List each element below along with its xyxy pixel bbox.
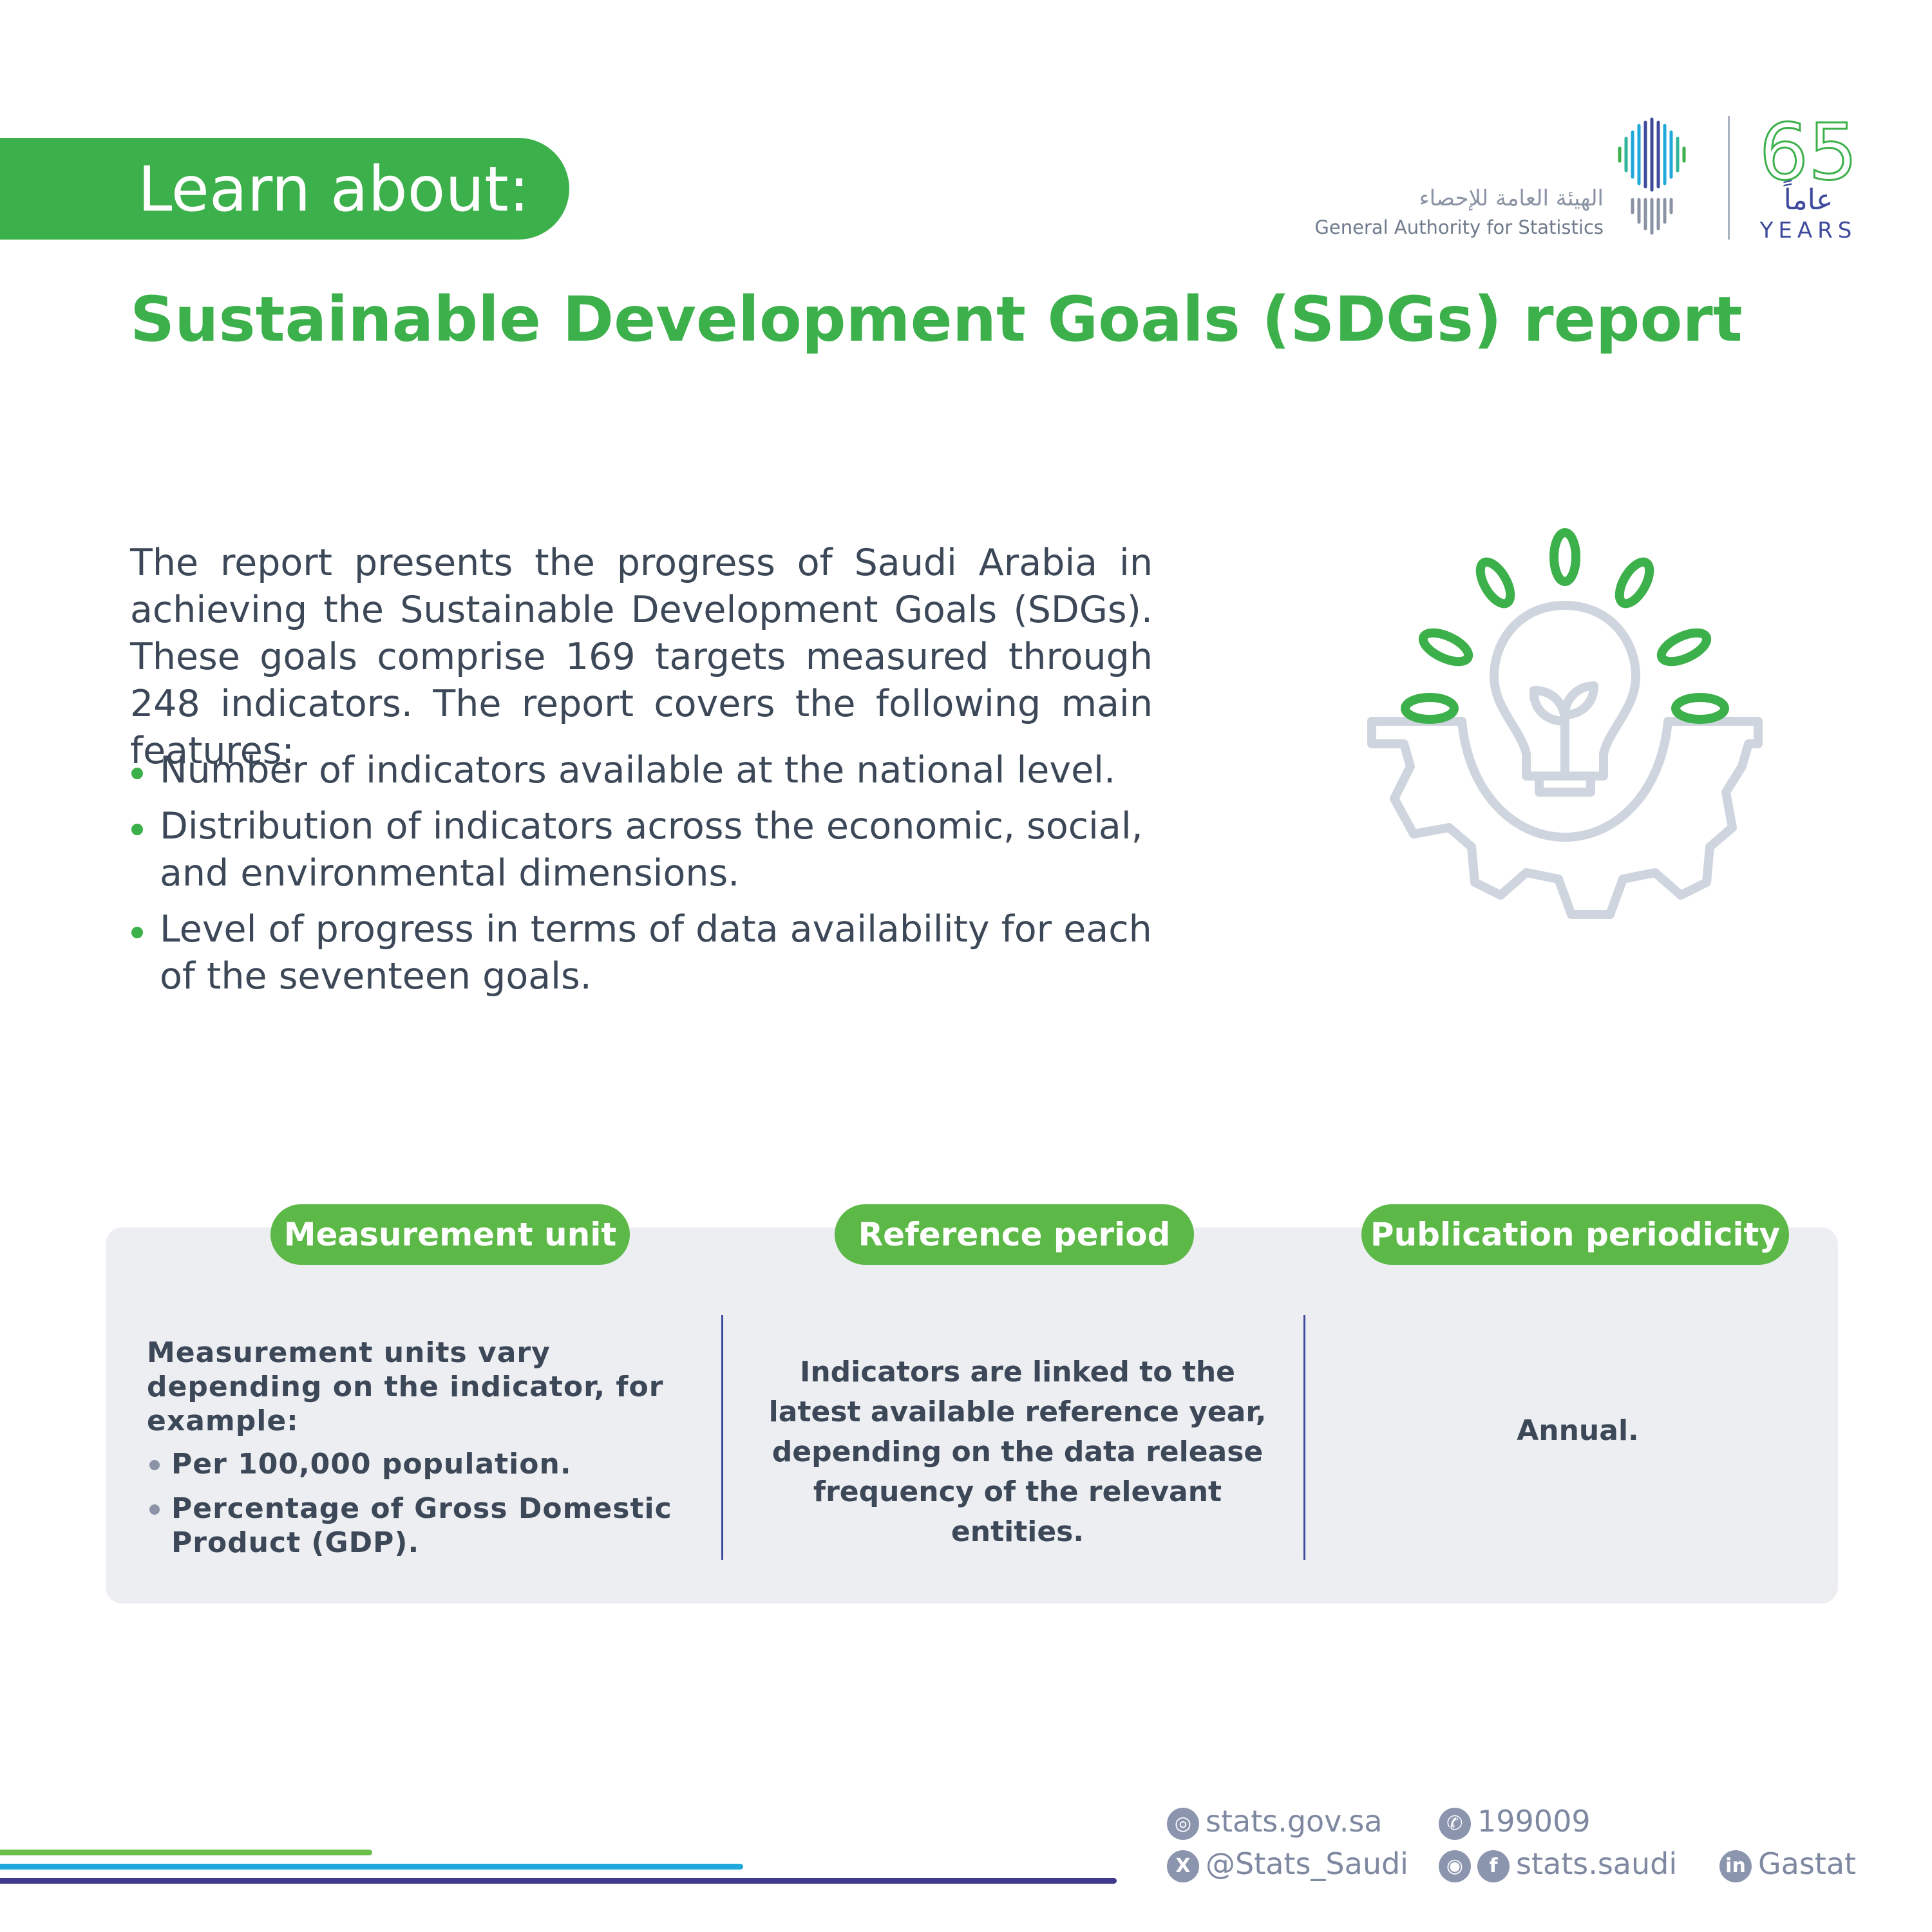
reference-period-text: Indicators are linked to the latest avai… [768,1356,1267,1548]
phone-icon: ✆ [1439,1807,1471,1840]
measurement-example-item: Percentage of Gross Domestic Product (GD… [147,1492,707,1560]
intro-paragraph: The report presents the progress of Saud… [130,542,1153,772]
linkedin-text: Gastat [1758,1846,1857,1881]
column-divider [721,1315,723,1560]
feature-item: Number of indicators available at the na… [130,747,1160,794]
x-icon: X [1167,1850,1199,1882]
publication-periodicity-text: Annual. [1517,1414,1639,1447]
measurement-unit-examples: Per 100,000 population. Percentage of Gr… [147,1447,707,1560]
instagram-icon: ◉ [1439,1850,1471,1882]
phone-text: 199009 [1477,1804,1591,1839]
learn-about-banner: Learn about: [0,138,569,240]
page-title: Sustainable Development Goals (SDGs) rep… [130,283,1743,355]
publication-periodicity-tag: Publication periodicity [1361,1204,1789,1265]
measurement-example-item: Per 100,000 population. [147,1447,707,1481]
website-text: stats.gov.sa [1206,1804,1383,1839]
website-link[interactable]: ◎ stats.gov.sa [1167,1803,1383,1840]
linkedin-link[interactable]: in Gastat [1719,1846,1856,1882]
footer-stripe-purple [0,1878,1117,1884]
x-handle-text: @Stats_Saudi [1206,1846,1408,1881]
feature-item: Distribution of indicators across the ec… [130,803,1160,897]
social-link[interactable]: ◉ f stats.saudi [1439,1846,1677,1882]
reference-period-tag: Reference period [835,1204,1194,1265]
lightbulb-gear-icon [1367,528,1763,919]
globe-icon: ◎ [1167,1807,1199,1840]
measurement-unit-text: Measurement units vary depending on the … [147,1336,664,1437]
measurement-unit-tag: Measurement unit [270,1204,630,1265]
org-name-arabic: الهيئة العامة للإحصاء [1419,185,1604,211]
gastat-logo-icon [1618,117,1686,235]
footer-stripe-blue [0,1864,743,1870]
facebook-icon: f [1477,1850,1510,1882]
anniversary-years: YEARS [1759,218,1857,243]
anniversary-arabic: عاماً [1783,184,1833,216]
linkedin-icon: in [1719,1850,1752,1882]
feature-item: Level of progress in terms of data avail… [130,906,1160,1000]
footer-stripe-green [0,1850,372,1855]
x-link[interactable]: X @Stats_Saudi [1167,1846,1408,1882]
features-list: Number of indicators available at the na… [130,747,1160,1009]
org-name-english: General Authority for Statistics [1314,216,1604,238]
column-divider [1303,1315,1305,1560]
logo-divider [1728,116,1730,240]
learn-about-label: Learn about: [138,153,530,225]
social-handle-text: stats.saudi [1516,1846,1678,1881]
phone-link[interactable]: ✆ 199009 [1439,1803,1591,1840]
measurement-unit-content: Measurement units vary depending on the … [147,1336,707,1570]
